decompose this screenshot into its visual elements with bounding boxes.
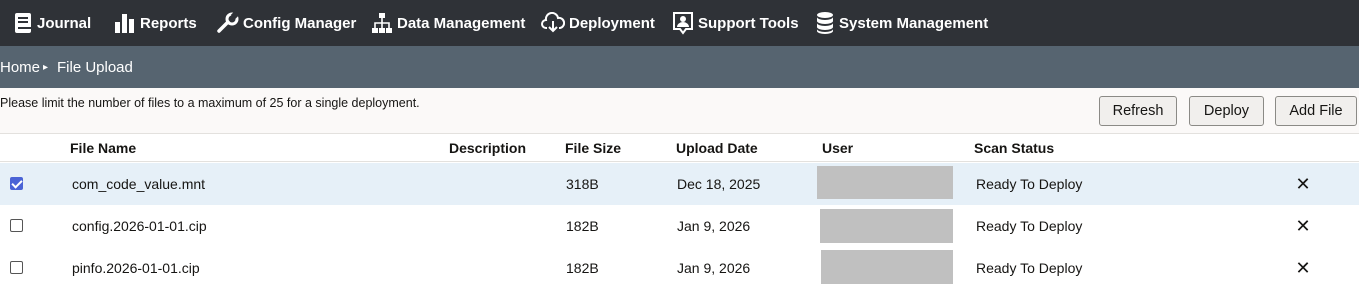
scan-status-cell: Ready To Deploy [976, 260, 1083, 276]
deploy-button[interactable]: Deploy [1189, 96, 1264, 126]
support-person-icon [672, 11, 694, 35]
nav-data-management[interactable]: Data Management [371, 0, 525, 46]
upload-date-cell: Jan 9, 2026 [677, 218, 751, 234]
file-name-cell: com_code_value.mnt [72, 176, 206, 192]
table-row[interactable]: com_code_value.mnt 318B Dec 18, 2025 Rea… [0, 163, 1359, 205]
nav-system-management-label: System Management [839, 14, 989, 32]
scan-status-cell: Ready To Deploy [976, 176, 1083, 192]
upload-date-cell: Dec 18, 2025 [677, 176, 761, 192]
nav-reports-label: Reports [140, 14, 197, 32]
breadcrumb-separator-icon: ▸ [43, 61, 49, 73]
nav-deployment-label: Deployment [569, 14, 655, 32]
column-header-upload-date[interactable]: Upload Date [676, 134, 758, 162]
nav-journal[interactable]: Journal [13, 0, 91, 46]
add-file-button[interactable]: Add File [1275, 96, 1357, 126]
user-cell-redacted [821, 250, 953, 284]
row-checkbox[interactable] [10, 177, 23, 190]
top-navigation: Journal Reports Config Manager Data Mana… [0, 0, 1359, 46]
hierarchy-icon [371, 12, 393, 34]
wrench-icon [217, 12, 239, 34]
user-cell-redacted [820, 209, 953, 243]
scan-status-cell: Ready To Deploy [976, 218, 1083, 234]
breadcrumb-current: File Upload [57, 58, 133, 76]
book-icon [13, 12, 33, 34]
file-name-cell: config.2026-01-01.cip [72, 218, 207, 234]
delete-file-icon[interactable]: ✕ [1293, 163, 1313, 205]
column-header-file-size[interactable]: File Size [565, 134, 621, 162]
upload-date-cell: Jan 9, 2026 [677, 260, 751, 276]
file-limit-notice: Please limit the number of files to a ma… [0, 96, 420, 110]
nav-data-management-label: Data Management [397, 14, 526, 32]
file-size-cell: 318B [566, 176, 599, 192]
nav-support-tools[interactable]: Support Tools [672, 0, 799, 46]
file-size-cell: 182B [566, 260, 599, 276]
database-icon [815, 11, 835, 35]
nav-reports[interactable]: Reports [114, 0, 197, 46]
user-cell-redacted [817, 166, 953, 199]
file-size-cell: 182B [566, 218, 599, 234]
nav-journal-label: Journal [37, 14, 92, 32]
toolbar: Please limit the number of files to a ma… [0, 88, 1359, 134]
cloud-download-icon [541, 12, 565, 34]
breadcrumb-home[interactable]: Home [0, 46, 40, 88]
nav-config-manager-label: Config Manager [243, 14, 357, 32]
table-row[interactable]: pinfo.2026-01-01.cip 182B Jan 9, 2026 Re… [0, 247, 1359, 289]
file-name-cell: pinfo.2026-01-01.cip [72, 260, 200, 276]
delete-file-icon[interactable]: ✕ [1293, 205, 1313, 247]
column-header-user[interactable]: User [822, 134, 853, 162]
delete-file-icon[interactable]: ✕ [1293, 247, 1313, 289]
row-checkbox[interactable] [10, 261, 23, 274]
nav-support-tools-label: Support Tools [698, 14, 799, 32]
nav-system-management[interactable]: System Management [815, 0, 988, 46]
column-header-scan-status[interactable]: Scan Status [974, 134, 1054, 162]
nav-config-manager[interactable]: Config Manager [217, 0, 356, 46]
nav-deployment[interactable]: Deployment [541, 0, 655, 46]
breadcrumb: Home ▸ File Upload [0, 46, 1359, 88]
column-header-description[interactable]: Description [449, 134, 526, 162]
bar-chart-icon [114, 12, 136, 34]
row-checkbox[interactable] [10, 219, 23, 232]
refresh-button[interactable]: Refresh [1099, 96, 1177, 126]
column-header-file-name[interactable]: File Name [70, 134, 136, 162]
table-row[interactable]: config.2026-01-01.cip 182B Jan 9, 2026 R… [0, 205, 1359, 247]
table-header: File Name Description File Size Upload D… [0, 134, 1359, 162]
